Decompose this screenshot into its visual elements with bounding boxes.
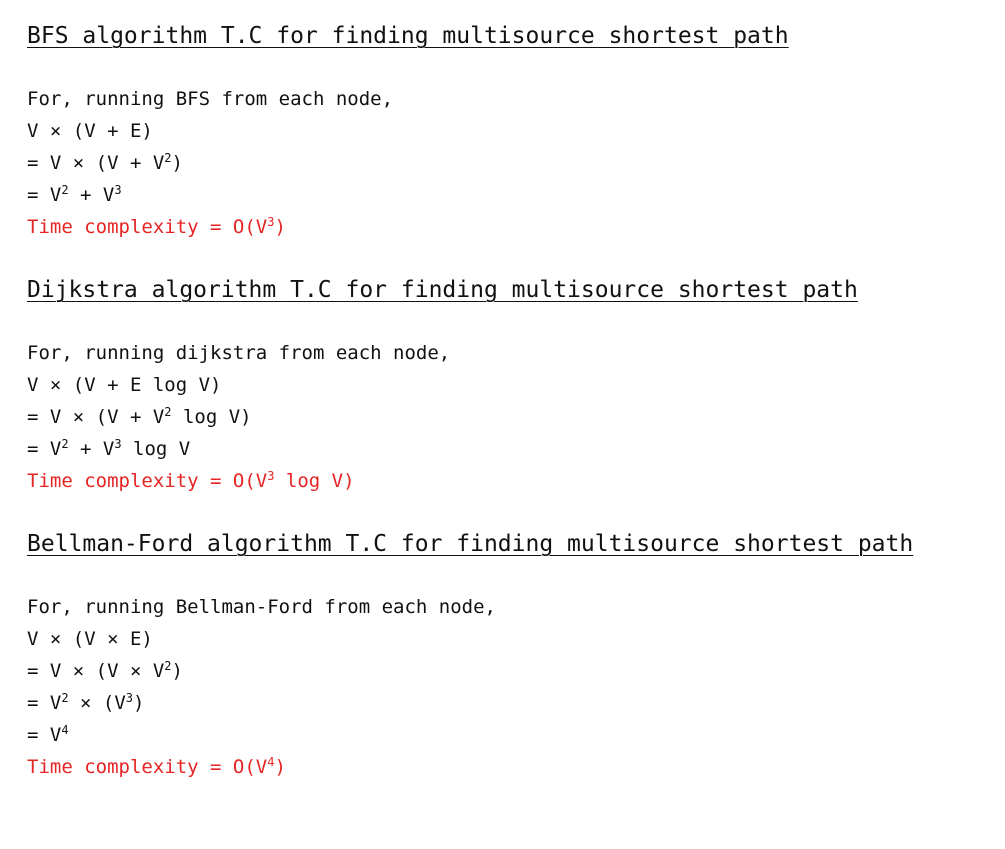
section-heading: BFS algorithm T.C for finding multisourc…: [27, 23, 789, 49]
document-page: { "sections": [ { "heading": "BFS algori…: [0, 0, 1005, 849]
section-bellman-ford: Bellman-Ford algorithm T.C for finding m…: [27, 528, 987, 783]
derivation-step: V × (V + E log V): [27, 374, 222, 396]
derivation-step: V × (V + E): [27, 120, 153, 142]
intro-line: For, running Bellman-Ford from each node…: [27, 596, 496, 618]
intro-line: For, running dijkstra from each node,: [27, 342, 451, 364]
time-complexity-result: Time complexity = O(V3 log V): [27, 469, 355, 492]
time-complexity-result: Time complexity = O(V4): [27, 755, 286, 778]
derivation-step: = V × (V + V2): [27, 151, 183, 174]
document-body: BFS algorithm T.C for finding multisourc…: [27, 20, 987, 783]
section-bfs: BFS algorithm T.C for finding multisourc…: [27, 20, 987, 243]
section-heading: Dijkstra algorithm T.C for finding multi…: [27, 277, 858, 303]
derivation-step: = V2 × (V3): [27, 691, 145, 714]
derivation-step: = V2 + V3 log V: [27, 437, 191, 460]
derivation-step: = V × (V × V2): [27, 659, 183, 682]
section-dijkstra: Dijkstra algorithm T.C for finding multi…: [27, 274, 987, 497]
derivation-step: = V × (V + V2 log V): [27, 405, 252, 428]
derivation-step: V × (V × E): [27, 628, 153, 650]
derivation-step: = V2 + V3: [27, 183, 122, 206]
time-complexity-result: Time complexity = O(V3): [27, 215, 286, 238]
derivation-step: = V4: [27, 723, 69, 746]
intro-line: For, running BFS from each node,: [27, 88, 394, 110]
section-heading: Bellman-Ford algorithm T.C for finding m…: [27, 531, 914, 557]
